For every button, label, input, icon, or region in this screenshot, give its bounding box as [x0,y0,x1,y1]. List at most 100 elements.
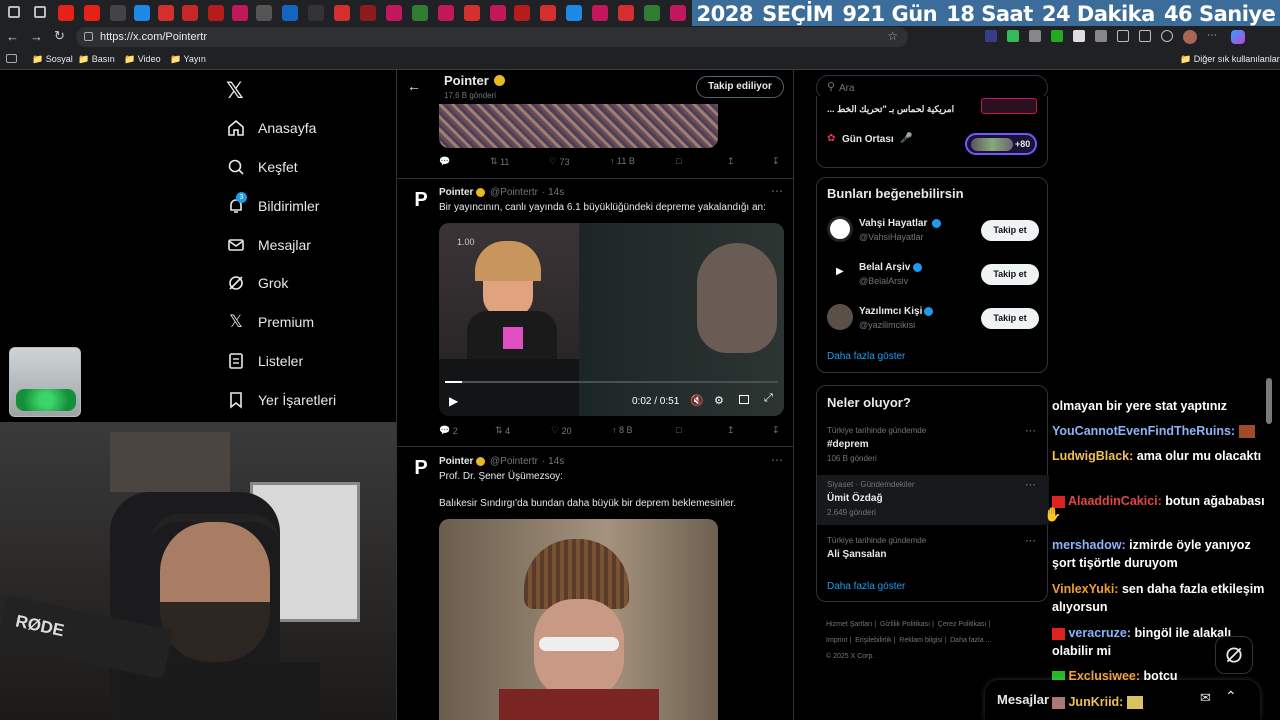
nav-notifications[interactable]: 3 Bildirimler [226,191,319,221]
fullscreen-icon[interactable]: ⤢ [764,392,773,405]
reading-list-icon[interactable] [6,54,17,63]
trend-more-icon[interactable]: ⋯ [1025,424,1036,437]
tweet-time[interactable]: · 14s [542,456,564,467]
extension-icon[interactable] [1073,30,1085,42]
tab-favicon[interactable] [540,5,556,21]
user-name[interactable]: Yazılımcı Kişi [859,306,922,317]
more-options-icon[interactable]: ⋯ [771,453,783,467]
suggested-user[interactable]: Vahşi Hayatlar @VahsiHayatlar Takip et [817,212,1049,250]
trend-item[interactable]: Türkiye tarihinde gündemde #deprem 106 B… [817,424,1049,474]
nav-home[interactable]: Anasayfa [226,113,316,143]
trend-arabic[interactable]: ... امريكية لحماس بـ "تحريك الخط [827,104,954,115]
following-button[interactable]: Takip ediliyor [696,76,784,98]
tab-favicon[interactable] [490,5,506,21]
tab-favicon[interactable] [134,5,150,21]
tab-favicon[interactable] [360,5,376,21]
other-bookmarks[interactable]: 📁 Diğer sık kullanılanlar [1180,54,1280,65]
trend-more-icon[interactable]: ⋯ [1025,478,1036,491]
tab-favicon[interactable] [58,5,74,21]
pip-icon[interactable] [739,395,749,404]
more-menu-icon[interactable]: ⋯ [1207,30,1221,44]
footer-link[interactable]: Erişilebilirlik [855,637,892,644]
browser-menu-icon[interactable] [8,6,20,18]
tweet[interactable]: P Pointer @Pointertr · 14s ⋯ Bir yayıncı… [397,179,793,447]
user-name[interactable]: Belal Arşiv [859,262,910,273]
download-button[interactable]: ↧ [772,425,780,436]
tab-favicon[interactable] [158,5,174,21]
trend-item[interactable]: Türkiye tarihinde gündemde Ali Şansalan … [817,534,1049,568]
like-button[interactable]: ♡ 73 [549,156,570,167]
extension-icon[interactable] [1051,30,1063,42]
tweet-photo[interactable] [439,519,718,720]
like-button[interactable]: ♡ 20 [551,425,572,436]
pointer-avatar[interactable]: P [409,457,433,481]
footer-link[interactable]: Imprint [826,637,847,644]
play-icon[interactable]: ▶ [449,394,458,408]
suggested-user[interactable]: ▶ Belal Arşiv @BelalArsiv Takip et [817,256,1049,294]
copilot-icon[interactable] [1231,30,1245,44]
url-field[interactable]: https://x.com/Pointertr ☆ [76,27,908,47]
video-player[interactable]: 1.00 ▶ 0:02 / 0:51 🔇 ⚙ ⤢ [439,223,784,416]
views-button[interactable]: ↑ 8 B [612,425,633,435]
back-icon[interactable]: ← [6,29,19,44]
reply-button[interactable]: 💬 [439,156,450,167]
bookmark-folder-basin[interactable]: 📁 Basın [78,54,115,65]
download-button[interactable]: ↧ [772,156,780,167]
space-listeners[interactable]: +80 [965,133,1037,155]
footer-link[interactable]: Reklam bilgisi [899,637,942,644]
footer-link[interactable]: Gizlilik Politikası [880,621,930,628]
reload-icon[interactable]: ↻ [54,28,65,44]
trend-more-icon[interactable]: ⋯ [1025,534,1036,547]
extension-icon[interactable] [1029,30,1041,42]
share-button[interactable]: ↥ [727,156,735,167]
bookmark-button[interactable]: □ [676,425,681,435]
tab-favicon[interactable] [514,5,530,21]
footer-link[interactable]: Çerez Politikası [938,621,987,628]
pointer-avatar[interactable]: P [409,189,433,213]
site-info-icon[interactable] [84,32,93,41]
mute-icon[interactable]: 🔇 [690,394,704,407]
tab-favicon[interactable] [232,5,248,21]
tweet-time[interactable]: · 14s [542,187,564,198]
extension-icon[interactable] [1095,30,1107,42]
grok-floating-button[interactable] [1215,636,1253,674]
tab-favicon[interactable] [670,5,686,21]
favorite-star-icon[interactable]: ☆ [887,29,898,43]
tab-favicon[interactable] [182,5,198,21]
user-name[interactable]: Vahşi Hayatlar [859,218,927,229]
tweet-handle[interactable]: @Pointertr [490,456,538,467]
tab-favicon[interactable] [84,5,100,21]
nav-premium[interactable]: 𝕏 Premium [226,307,314,337]
retweet-button[interactable]: ⇅ 11 [490,156,509,167]
settings-gear-icon[interactable]: ⚙ [714,394,724,407]
tab-favicon[interactable] [282,5,298,21]
space-title[interactable]: Gün Ortası [842,134,894,145]
follow-button[interactable]: Takip et [981,308,1039,329]
tab-favicon[interactable] [618,5,634,21]
nav-grok[interactable]: Grok [226,268,288,298]
bookmark-folder-video[interactable]: 📁 Video [124,54,161,65]
tweet-image-partial[interactable] [439,104,718,148]
tab-favicon[interactable] [386,5,402,21]
tab-favicon[interactable] [464,5,480,21]
tweet-handle[interactable]: @Pointertr [490,187,538,198]
profile-avatar[interactable] [1183,30,1197,44]
follow-button[interactable]: Takip et [981,220,1039,241]
tab-favicon[interactable] [566,5,582,21]
x-logo-icon[interactable]: 𝕏 [226,79,244,104]
tab-favicon[interactable] [334,5,350,21]
reply-button[interactable]: 💬 2 [439,425,458,436]
tab-favicon[interactable] [256,5,272,21]
back-arrow-icon[interactable]: ← [407,78,421,94]
tab-favicon[interactable] [208,5,224,21]
tab-favicon[interactable] [308,5,324,21]
video-progress-track[interactable] [445,381,778,383]
tab-favicon[interactable] [110,5,126,21]
expand-chevron-icon[interactable]: ⌃ [1225,688,1237,705]
follow-button[interactable]: Takip et [981,264,1039,285]
tab-favicon[interactable] [592,5,608,21]
favorites-icon[interactable] [1139,30,1151,42]
extension-icon[interactable] [985,30,997,42]
nav-messages[interactable]: Mesajlar [226,230,311,260]
retweet-button[interactable]: ⇅ 4 [495,425,510,436]
